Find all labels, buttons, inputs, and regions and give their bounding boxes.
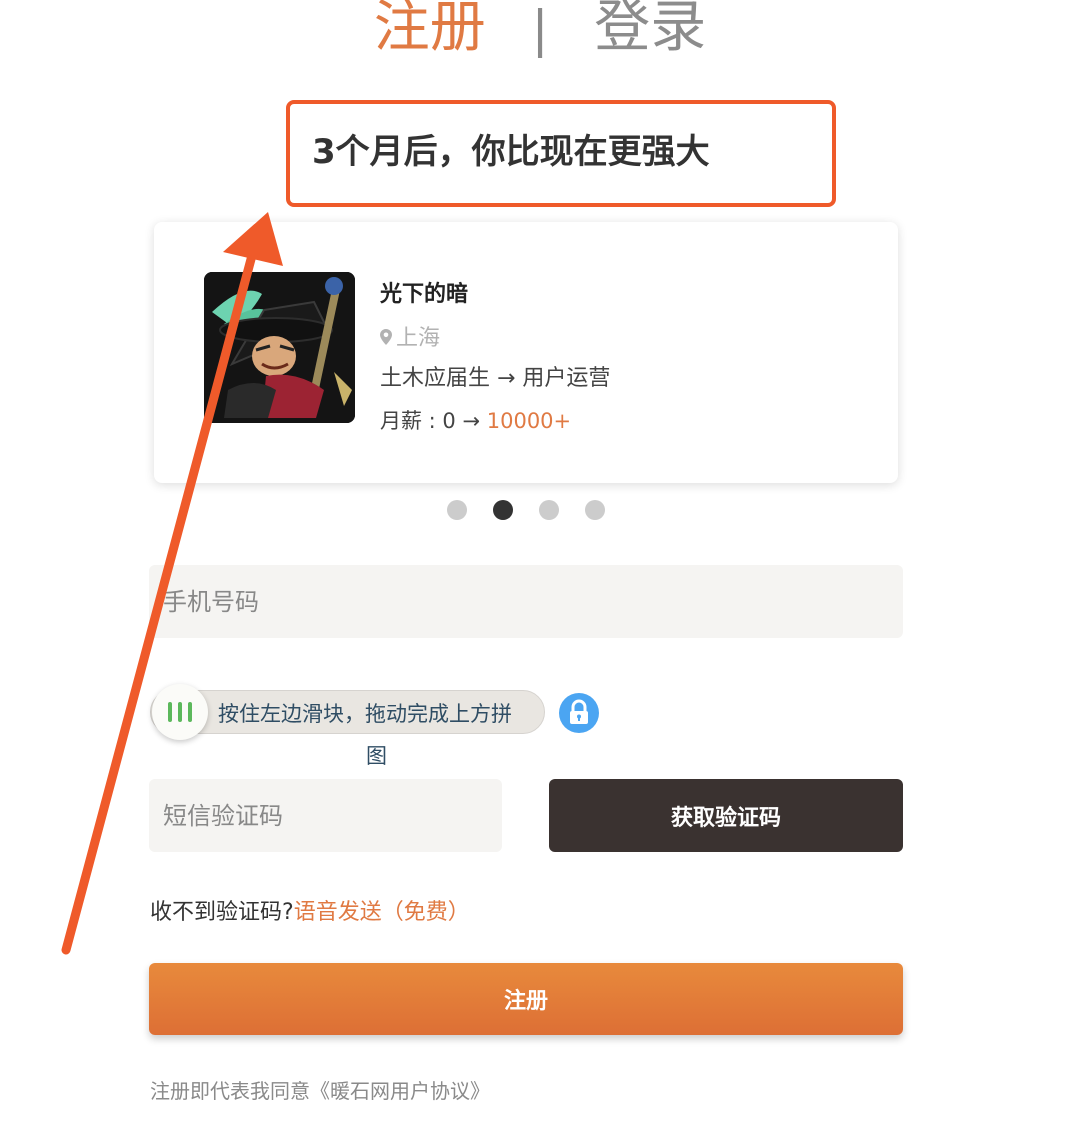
location-pin-icon bbox=[380, 329, 392, 349]
slider-grip-icon bbox=[168, 702, 172, 722]
user-city: 上海 bbox=[396, 326, 441, 351]
lock-icon[interactable] bbox=[559, 693, 599, 733]
tab-register[interactable]: 注册 bbox=[374, 0, 486, 60]
headline: 3个月后，你比现在更强大 bbox=[312, 132, 710, 172]
no-code-text: 收不到验证码? bbox=[150, 900, 294, 925]
carousel-dot[interactable] bbox=[539, 500, 559, 520]
tab-separator: | bbox=[531, 0, 549, 58]
slider-hint-continuation: 图 bbox=[366, 744, 387, 768]
slider-grip-icon bbox=[188, 702, 192, 722]
voice-send-link[interactable]: 语音发送（免费） bbox=[294, 900, 470, 925]
testimonial-card: 光下的暗 上海 土木应届生 → 用户运营 月薪 : 0 → 10000+ bbox=[154, 222, 898, 483]
salary-prefix: 月薪 : 0 → bbox=[380, 409, 487, 433]
sms-code-input[interactable] bbox=[149, 779, 502, 852]
slider-grip-icon bbox=[178, 702, 182, 722]
carousel-dot[interactable] bbox=[585, 500, 605, 520]
tab-login[interactable]: 登录 bbox=[594, 0, 706, 60]
get-code-button[interactable]: 获取验证码 bbox=[549, 779, 903, 852]
carousel-dot[interactable] bbox=[447, 500, 467, 520]
slider-handle[interactable] bbox=[152, 684, 208, 740]
career-path: 土木应届生 → 用户运营 bbox=[380, 366, 611, 391]
register-button[interactable]: 注册 bbox=[149, 963, 903, 1035]
carousel-dot-active[interactable] bbox=[493, 500, 513, 520]
salary-change: 月薪 : 0 → 10000+ bbox=[380, 405, 571, 435]
user-name: 光下的暗 bbox=[380, 282, 469, 307]
slider-hint: 按住左边滑块，拖动完成上方拼 bbox=[218, 702, 512, 726]
avatar-illustration bbox=[204, 272, 355, 423]
auth-tabs: 注册 | 登录 bbox=[0, 0, 1080, 61]
salary-to: 10000+ bbox=[486, 409, 572, 433]
avatar bbox=[204, 272, 355, 423]
no-code-hint: 收不到验证码?语音发送（免费） bbox=[150, 894, 470, 926]
agreement-link[interactable]: 注册即代表我同意《暖石网用户协议》 bbox=[150, 1075, 490, 1104]
phone-input[interactable] bbox=[149, 565, 903, 638]
user-location: 上海 bbox=[380, 320, 440, 352]
